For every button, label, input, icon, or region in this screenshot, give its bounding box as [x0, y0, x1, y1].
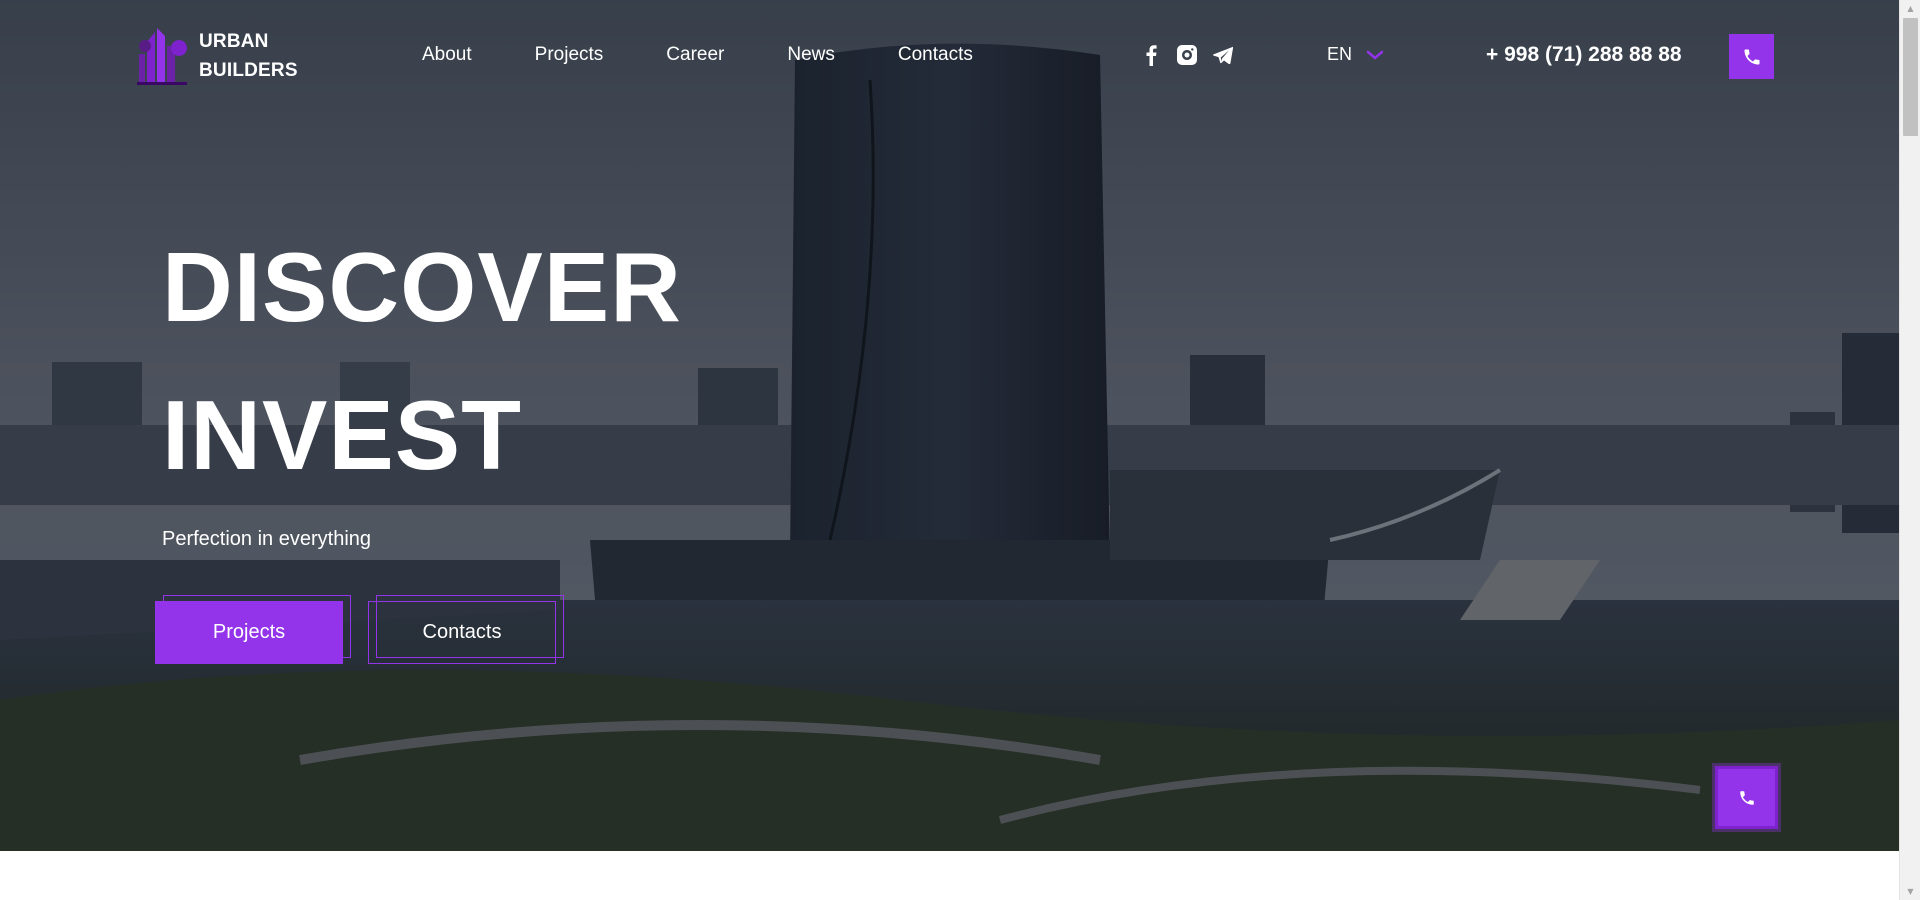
- instagram-icon: [1177, 45, 1197, 65]
- page: URBAN BUILDERS About Projects Career New…: [0, 0, 1920, 900]
- contacts-button[interactable]: Contacts: [368, 601, 556, 664]
- scroll-down-arrow-icon[interactable]: ▼: [1900, 883, 1920, 900]
- page-scrollbar[interactable]: ▲ ▼: [1899, 0, 1920, 900]
- phone-icon: [1744, 49, 1759, 64]
- nav-item-about[interactable]: About: [422, 44, 472, 66]
- nav-item-contacts[interactable]: Contacts: [898, 44, 973, 66]
- floating-call-button[interactable]: [1715, 766, 1778, 829]
- scroll-up-arrow-icon[interactable]: ▲: [1900, 0, 1920, 17]
- site-header: URBAN BUILDERS About Projects Career New…: [0, 0, 1899, 116]
- instagram-link[interactable]: [1176, 43, 1198, 67]
- scrollbar-thumb[interactable]: [1903, 18, 1918, 136]
- header-call-button[interactable]: [1729, 34, 1774, 79]
- language-selector[interactable]: EN: [1327, 44, 1384, 65]
- facebook-link[interactable]: [1140, 43, 1162, 67]
- next-section: [0, 851, 1899, 900]
- facebook-icon: [1146, 45, 1157, 66]
- social-links: [1140, 43, 1234, 67]
- nav-item-news[interactable]: News: [787, 44, 835, 66]
- hero-subtitle: Perfection in everything: [162, 528, 372, 550]
- telegram-icon: [1213, 46, 1233, 64]
- projects-button[interactable]: Projects: [155, 601, 343, 664]
- building-logo-icon: [137, 28, 187, 85]
- header-phone-number[interactable]: + 998 (71) 288 88 88: [1486, 43, 1682, 67]
- main-nav: About Projects Career News Contacts: [422, 44, 973, 66]
- chevron-down-icon: [1366, 50, 1384, 60]
- brand-name-line2: BUILDERS: [199, 60, 298, 81]
- hero-title-line1: DISCOVER: [162, 232, 682, 342]
- hero-title-line2: INVEST: [162, 380, 522, 490]
- brand-logo[interactable]: URBAN BUILDERS: [135, 24, 305, 88]
- phone-icon: [1739, 790, 1754, 805]
- nav-item-projects[interactable]: Projects: [535, 44, 604, 66]
- hero-title: DISCOVER INVEST: [162, 213, 682, 509]
- telegram-link[interactable]: [1212, 43, 1234, 67]
- brand-name-line1: URBAN: [199, 31, 269, 52]
- nav-item-career[interactable]: Career: [666, 44, 724, 66]
- language-current: EN: [1327, 44, 1353, 64]
